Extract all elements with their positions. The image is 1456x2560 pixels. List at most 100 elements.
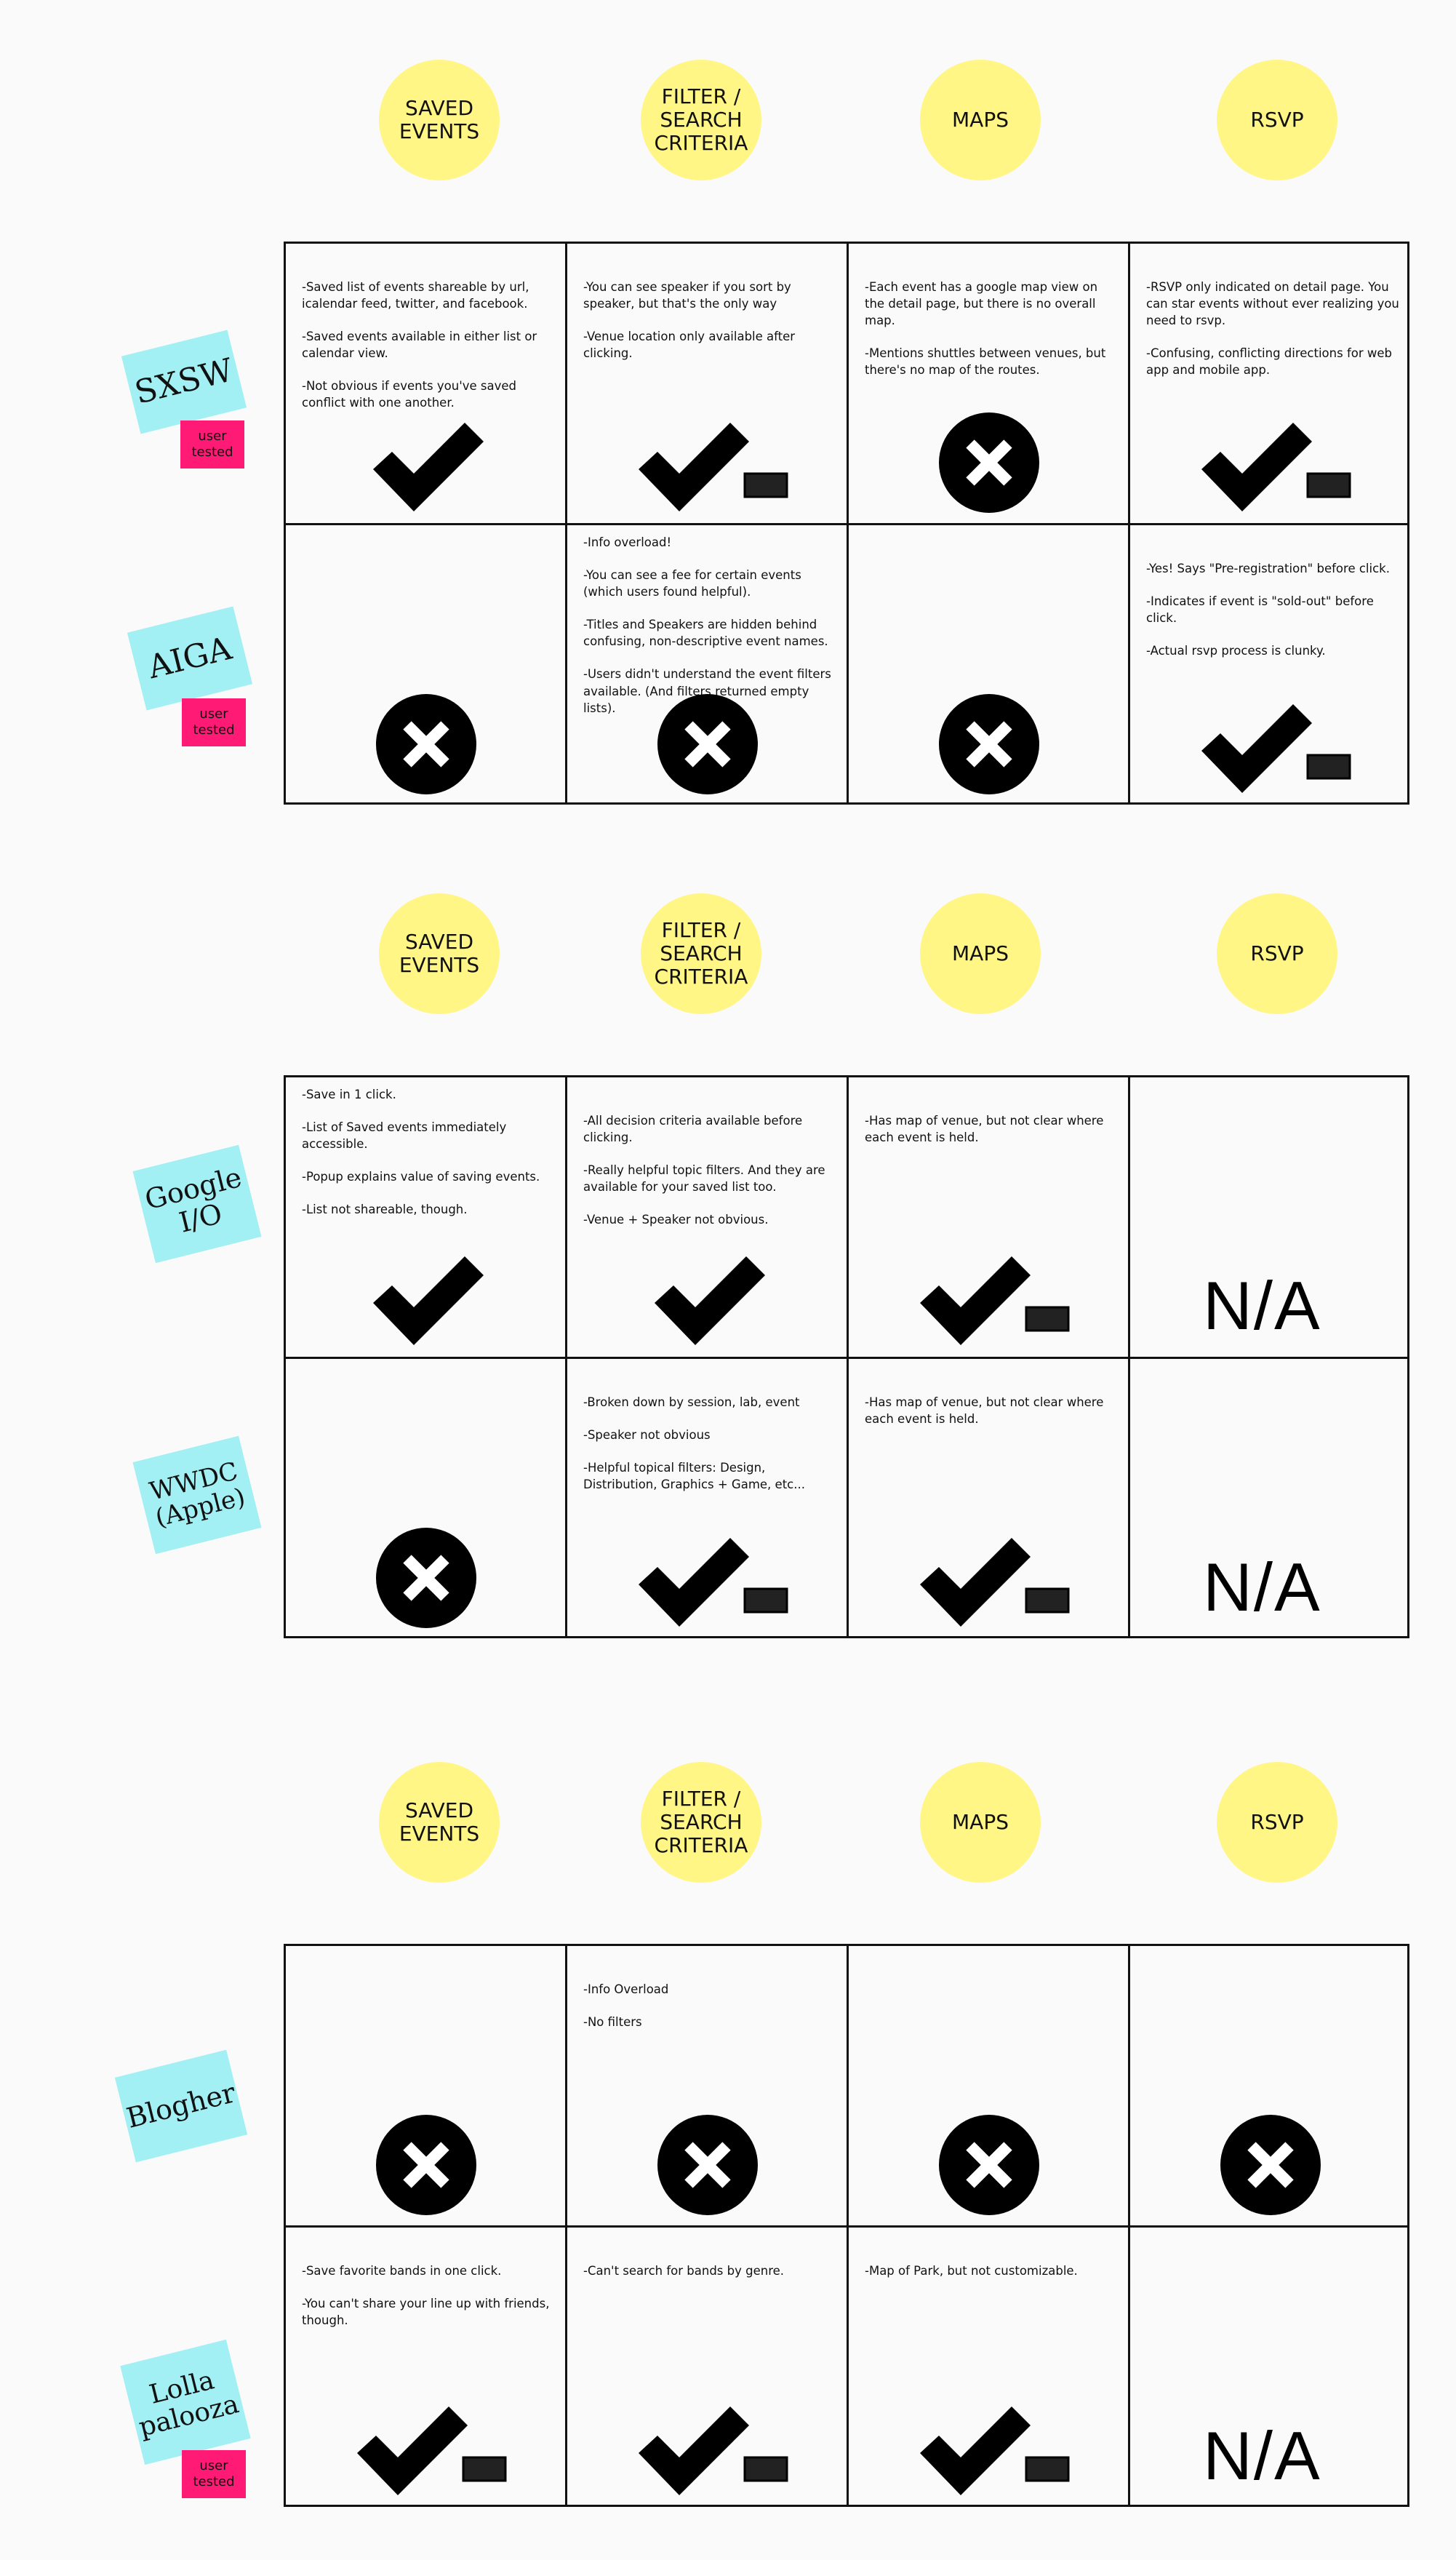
x-circle-icon — [657, 694, 758, 798]
x-circle-icon — [376, 1528, 476, 1632]
comparison-grid: -Saved list of events shareable by url, … — [284, 242, 1409, 805]
note-line: -Helpful topical filters: Design, Distri… — [583, 1461, 805, 1492]
x-circle-icon — [939, 694, 1039, 798]
cell-notes: -Info Overload -No filters — [583, 1981, 838, 2046]
column-header-saved-events: SAVED EVENTS — [379, 893, 500, 1014]
grid-cell — [286, 1946, 567, 2228]
column-header-saved-events: SAVED EVENTS — [379, 60, 500, 180]
note-line: -Map of Park, but not customizable. — [865, 2264, 1078, 2278]
row-label-sticky: Google I/O — [132, 1144, 262, 1264]
cell-notes: -Has map of venue, but not clear where e… — [865, 1112, 1119, 1162]
note-line: -Broken down by session, lab, event — [583, 1395, 800, 1409]
check-minus-icon — [356, 2402, 508, 2500]
comparison-grid: -Info Overload -No filters -Save favorite … — [284, 1944, 1409, 2507]
grid-cell: -Yes! Says "Pre-registration" before cli… — [1130, 525, 1412, 807]
note-line: -Really helpful topic filters. And they … — [583, 1163, 825, 1195]
checkmark-icon — [653, 1252, 769, 1350]
grid-cell: -Broken down by session, lab, event -Spea… — [567, 1359, 849, 1640]
cell-notes: -Save favorite bands in one click. -You c… — [302, 2262, 556, 2345]
note-line: -All decision criteria available before … — [583, 1114, 803, 1145]
grid-cell: -All decision criteria available before … — [567, 1077, 849, 1359]
note-line: -Titles and Speakers are hidden behind c… — [583, 618, 828, 649]
column-header-maps: MAPS — [920, 893, 1041, 1014]
na-label: N/A — [1203, 2417, 1321, 2494]
note-line: -No filters — [583, 2015, 642, 2030]
grid-cell: -Map of Park, but not customizable. — [849, 2228, 1130, 2509]
checkmark-icon — [372, 1252, 488, 1350]
comparison-grid: -Save in 1 click. -List of Saved events i… — [284, 1075, 1409, 1638]
column-header-rsvp: RSVP — [1217, 893, 1337, 1014]
note-line: -Confusing, conflicting directions for w… — [1146, 346, 1393, 378]
na-label: N/A — [1203, 1267, 1321, 1344]
column-header-maps: MAPS — [920, 1762, 1041, 1883]
cell-notes: -Save in 1 click. -List of Saved events i… — [302, 1086, 556, 1234]
grid-cell: -RSVP only indicated on detail page. You… — [1130, 244, 1412, 525]
note-line: -Mentions shuttles between venues, but t… — [865, 346, 1106, 378]
check-minus-icon — [637, 2402, 790, 2500]
x-circle-icon — [376, 694, 476, 798]
cell-notes: -Saved list of events shareable by url, … — [302, 279, 556, 428]
cell-notes: -Can't search for bands by genre. — [583, 2262, 838, 2295]
note-line: -Save in 1 click. — [302, 1088, 396, 1101]
note-line: -List of Saved events immediately access… — [302, 1120, 507, 1152]
note-line: -Save favorite bands in one click. — [302, 2264, 502, 2278]
x-circle-icon — [939, 412, 1039, 517]
checkmark-icon — [372, 418, 488, 517]
grid-cell: -Saved list of events shareable by url, … — [286, 244, 567, 525]
grid-cell: -Save favorite bands in one click. -You c… — [286, 2228, 567, 2509]
note-line: -Saved events available in either list o… — [302, 330, 537, 361]
check-minus-icon — [637, 418, 790, 517]
note-line: -Has map of venue, but not clear where e… — [865, 1395, 1104, 1427]
note-line: -Info Overload — [583, 1982, 669, 1996]
note-line: -You can't share your line up with frien… — [302, 2297, 550, 2328]
grid-cell: -Has map of venue, but not clear where e… — [849, 1359, 1130, 1640]
check-minus-icon — [919, 1252, 1071, 1350]
cell-notes: -All decision criteria available before … — [583, 1112, 838, 1244]
note-line: -Indicates if event is "sold-out" before… — [1146, 594, 1374, 626]
grid-cell: N/A — [1130, 2228, 1412, 2509]
check-minus-icon — [919, 1534, 1071, 1632]
row-label-sticky: AIGA — [127, 606, 253, 711]
note-line: -Info overload! — [583, 535, 672, 549]
column-header-maps: MAPS — [920, 60, 1041, 180]
grid-cell: -Can't search for bands by genre. — [567, 2228, 849, 2509]
note-line: -Saved list of events shareable by url, … — [302, 280, 529, 311]
row-label-sticky: SXSW — [121, 330, 247, 434]
grid-cell: -Each event has a google map view on the… — [849, 244, 1130, 525]
check-minus-icon — [1200, 418, 1353, 517]
x-circle-icon — [1220, 2115, 1321, 2219]
check-minus-icon — [919, 2402, 1071, 2500]
note-line: -Each event has a google map view on the… — [865, 280, 1098, 328]
cell-notes: -Broken down by session, lab, event -Spea… — [583, 1394, 838, 1509]
note-line: -Not obvious if events you've saved conf… — [302, 379, 517, 410]
x-circle-icon — [939, 2115, 1039, 2219]
note-line: -Can't search for bands by genre. — [583, 2264, 785, 2278]
cell-notes: -Map of Park, but not customizable. — [865, 2262, 1119, 2295]
note-line: -You can see speaker if you sort by spea… — [583, 280, 791, 311]
row-label-sticky: WWDC (Apple) — [132, 1435, 262, 1555]
user-tested-tag: user tested — [182, 2450, 246, 2498]
note-line: -List not shareable, though. — [302, 1203, 468, 1217]
column-header-filter-search: FILTER / SEARCH CRITERIA — [641, 893, 761, 1014]
note-line: -Yes! Says "Pre-registration" before cli… — [1146, 562, 1390, 575]
grid-cell: -Save in 1 click. -List of Saved events i… — [286, 1077, 567, 1359]
check-minus-icon — [637, 1534, 790, 1632]
note-line: -Venue location only available after cli… — [583, 330, 796, 361]
grid-cell — [849, 525, 1130, 807]
grid-cell — [286, 1359, 567, 1640]
grid-cell: -Info overload! -You can see a fee for ce… — [567, 525, 849, 807]
cell-notes: -You can see speaker if you sort by spea… — [583, 279, 838, 378]
na-label: N/A — [1203, 1549, 1321, 1625]
note-line: -Venue + Speaker not obvious. — [583, 1213, 769, 1227]
cell-notes: -Has map of venue, but not clear where e… — [865, 1394, 1119, 1443]
user-tested-tag: user tested — [180, 420, 244, 468]
column-header-rsvp: RSVP — [1217, 60, 1337, 180]
grid-cell — [1130, 1946, 1412, 2228]
x-circle-icon — [657, 2115, 758, 2219]
note-line: -Popup explains value of saving events. — [302, 1170, 540, 1184]
x-circle-icon — [376, 2115, 476, 2219]
column-header-filter-search: FILTER / SEARCH CRITERIA — [641, 60, 761, 180]
column-header-filter-search: FILTER / SEARCH CRITERIA — [641, 1762, 761, 1883]
note-line: -Speaker not obvious — [583, 1428, 711, 1443]
grid-cell — [849, 1946, 1130, 2228]
